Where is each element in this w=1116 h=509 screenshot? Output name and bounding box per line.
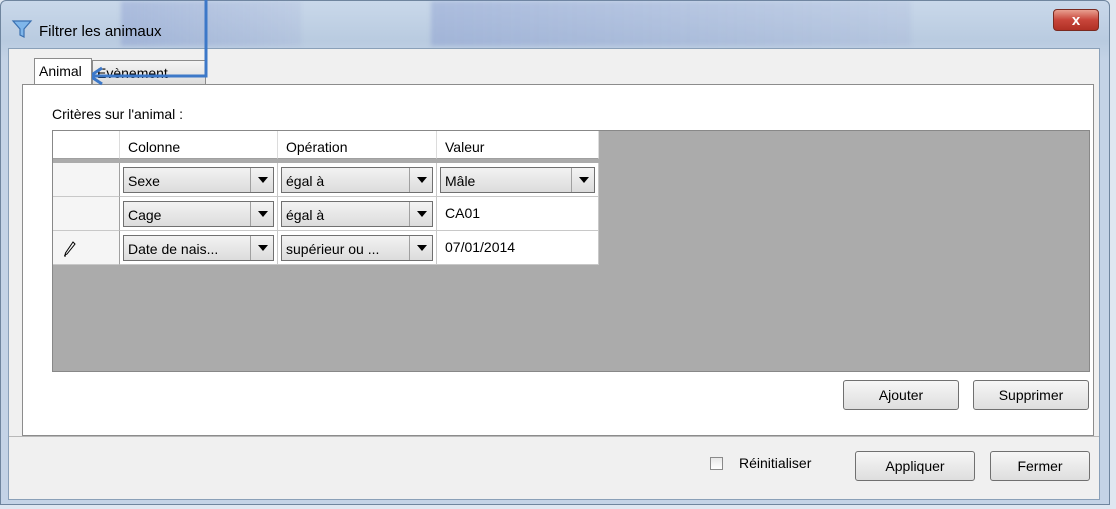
reset-checkbox[interactable] (710, 457, 723, 470)
reset-label[interactable]: Réinitialiser (739, 455, 811, 471)
dropdown-value: supérieur ou ... (286, 241, 380, 257)
delete-button[interactable]: Supprimer (973, 380, 1089, 410)
chevron-down-icon[interactable] (409, 202, 432, 226)
add-button[interactable]: Ajouter (843, 380, 959, 410)
chevron-down-icon[interactable] (250, 202, 273, 226)
dropdown-value: Mâle (445, 173, 476, 189)
window-title: Filtrer les animaux (39, 23, 162, 40)
chevron-down-icon[interactable] (409, 236, 432, 260)
value-text[interactable]: 07/01/2014 (445, 239, 515, 255)
dropdown-value: égal à (286, 173, 325, 189)
row-header-editing[interactable] (53, 231, 120, 265)
dropdown-value: égal à (286, 207, 325, 223)
background-blur (431, 1, 911, 46)
criteria-label: Critères sur l'animal : (52, 106, 184, 122)
funnel-icon (11, 20, 33, 38)
chevron-down-icon[interactable] (409, 168, 432, 192)
dropdown-value: Date de nais... (128, 241, 219, 257)
dropdown-value: Sexe (128, 173, 160, 189)
title-bar: Filtrer les animaux x (1, 1, 1109, 49)
value-dropdown[interactable]: Mâle (440, 167, 595, 193)
operation-dropdown[interactable]: égal à (281, 201, 433, 227)
close-window-button[interactable]: x (1053, 9, 1099, 31)
cell-column[interactable]: Sexe (120, 163, 278, 197)
cell-operation[interactable]: supérieur ou ... (278, 231, 437, 265)
column-header-valeur[interactable]: Valeur (437, 131, 599, 159)
close-button[interactable]: Fermer (990, 451, 1090, 481)
cell-value[interactable]: Mâle (437, 163, 599, 197)
grid-corner-header (53, 131, 120, 159)
value-text[interactable]: CA01 (445, 205, 480, 221)
operation-dropdown[interactable]: égal à (281, 167, 433, 193)
column-dropdown[interactable]: Date de nais... (123, 235, 274, 261)
dropdown-value: Cage (128, 207, 162, 223)
row-header[interactable] (53, 197, 120, 231)
chevron-down-icon[interactable] (250, 168, 273, 192)
column-header-colonne[interactable]: Colonne (120, 131, 278, 159)
tab-evenement[interactable]: Evènement (92, 60, 206, 84)
cell-operation[interactable]: égal à (278, 163, 437, 197)
chevron-down-icon[interactable] (571, 168, 594, 192)
cell-value[interactable]: 07/01/2014 (437, 231, 599, 265)
operation-dropdown[interactable]: supérieur ou ... (281, 235, 433, 261)
column-dropdown[interactable]: Sexe (123, 167, 274, 193)
tab-animal[interactable]: Animal (34, 58, 92, 84)
pencil-icon (64, 241, 76, 257)
cell-value[interactable]: CA01 (437, 197, 599, 231)
apply-button[interactable]: Appliquer (855, 451, 975, 481)
chevron-down-icon[interactable] (250, 236, 273, 260)
column-dropdown[interactable]: Cage (123, 201, 274, 227)
row-header[interactable] (53, 163, 120, 197)
cell-operation[interactable]: égal à (278, 197, 437, 231)
cell-column[interactable]: Date de nais... (120, 231, 278, 265)
column-header-operation[interactable]: Opération (278, 131, 437, 159)
cell-column[interactable]: Cage (120, 197, 278, 231)
